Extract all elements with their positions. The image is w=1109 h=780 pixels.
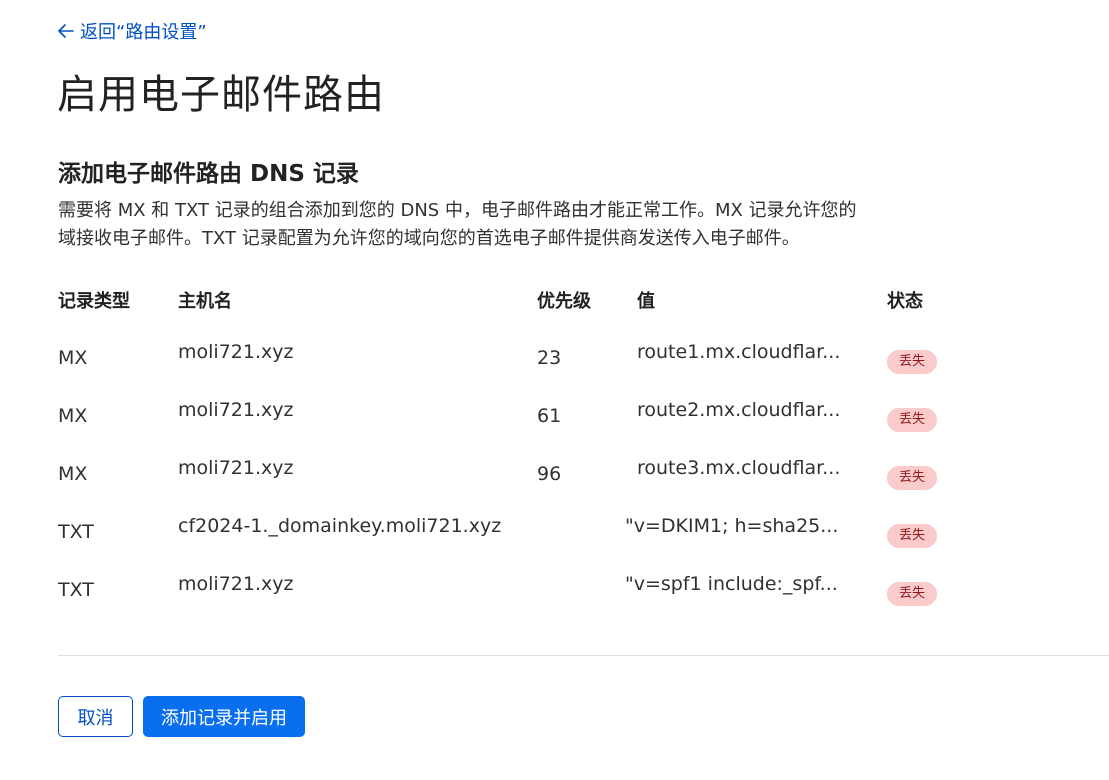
column-header-status: 状态 <box>887 291 923 312</box>
record-value: route3.mx.cloudflar... <box>637 457 841 479</box>
status-badge: 丢失 <box>887 408 937 432</box>
column-header-host: 主机名 <box>178 291 232 312</box>
back-link-label: 返回“路由设置” <box>80 22 207 43</box>
table-row: MX moli721.xyz 23 route1.mx.cloudflar...… <box>0 333 1109 383</box>
arrow-left-icon <box>58 24 74 38</box>
status-badge: 丢失 <box>887 350 937 374</box>
column-header-value: 值 <box>637 291 655 312</box>
description-line-1: 需要将 MX 和 TXT 记录的组合添加到您的 DNS 中，电子邮件路由才能正常… <box>58 200 857 221</box>
record-type: MX <box>58 347 88 369</box>
column-header-priority: 优先级 <box>537 291 591 312</box>
record-value: "v=spf1 include:_spf... <box>625 573 838 595</box>
column-header-type: 记录类型 <box>58 291 130 312</box>
record-priority: 23 <box>537 347 562 369</box>
description-line-2: 域接收电子邮件。TXT 记录配置为允许您的域向您的首选电子邮件提供商发送传入电子… <box>58 228 800 249</box>
record-type: MX <box>58 405 88 427</box>
section-title: 添加电子邮件路由 DNS 记录 <box>58 161 359 187</box>
table-row: TXT moli721.xyz "v=spf1 include:_spf... … <box>0 565 1109 615</box>
status-badge: 丢失 <box>887 466 937 490</box>
record-type: TXT <box>58 521 94 543</box>
record-host: moli721.xyz <box>178 341 294 363</box>
record-value: route2.mx.cloudflar... <box>637 399 841 421</box>
add-records-and-enable-button[interactable]: 添加记录并启用 <box>143 696 305 737</box>
record-type: MX <box>58 463 88 485</box>
record-host: moli721.xyz <box>178 457 294 479</box>
table-row: TXT cf2024-1._domainkey.moli721.xyz "v=D… <box>0 507 1109 557</box>
record-value: route1.mx.cloudflar... <box>637 341 841 363</box>
table-row: MX moli721.xyz 96 route3.mx.cloudflar...… <box>0 449 1109 499</box>
cancel-button[interactable]: 取消 <box>58 696 133 737</box>
record-host: moli721.xyz <box>178 399 294 421</box>
section-description: 需要将 MX 和 TXT 记录的组合添加到您的 DNS 中，电子邮件路由才能正常… <box>58 197 958 253</box>
record-host: moli721.xyz <box>178 573 294 595</box>
footer-divider <box>58 655 1109 656</box>
record-value: "v=DKIM1; h=sha25... <box>625 515 839 537</box>
page: 返回“路由设置” 启用电子邮件路由 添加电子邮件路由 DNS 记录 需要将 MX… <box>0 0 1109 780</box>
status-badge: 丢失 <box>887 524 937 548</box>
page-title: 启用电子邮件路由 <box>57 72 385 118</box>
record-host: cf2024-1._domainkey.moli721.xyz <box>178 515 502 537</box>
table-row: MX moli721.xyz 61 route2.mx.cloudflar...… <box>0 391 1109 441</box>
record-type: TXT <box>58 579 94 601</box>
record-priority: 96 <box>537 463 562 485</box>
record-priority: 61 <box>537 405 562 427</box>
status-badge: 丢失 <box>887 582 937 606</box>
back-to-routing-settings-link[interactable]: 返回“路由设置” <box>58 18 207 44</box>
